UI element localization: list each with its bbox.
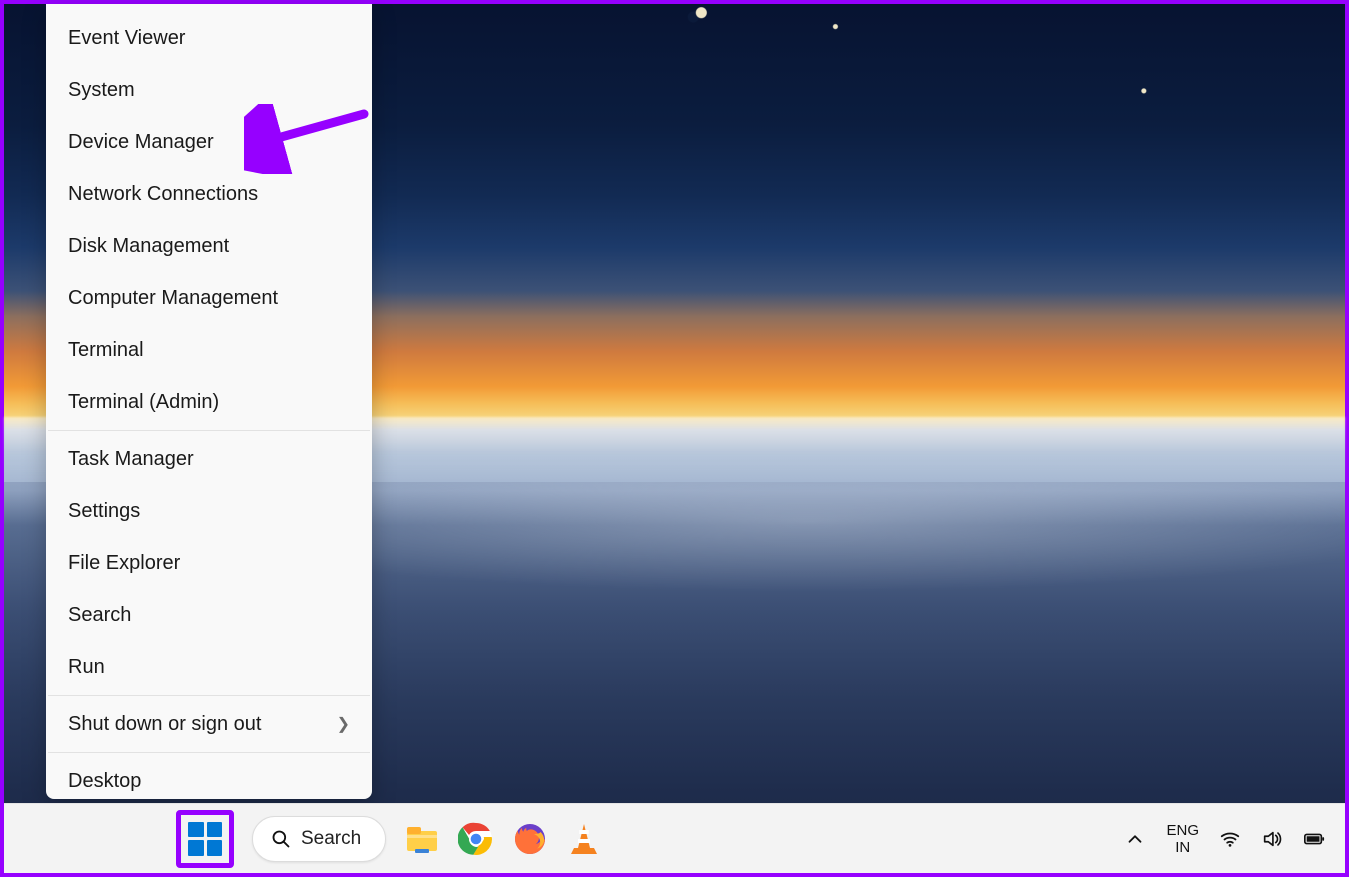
- menu-item-label: Run: [68, 656, 105, 679]
- start-button[interactable]: [176, 810, 234, 868]
- battery-icon[interactable]: [1303, 828, 1325, 850]
- taskbar: Search: [4, 803, 1345, 873]
- menu-item-terminal[interactable]: Terminal: [46, 324, 372, 376]
- tray-overflow-chevron-icon[interactable]: [1124, 828, 1146, 850]
- menu-item-search[interactable]: Search: [46, 589, 372, 641]
- menu-item-label: Device Manager: [68, 131, 214, 154]
- menu-item-system[interactable]: System: [46, 64, 372, 116]
- menu-item-terminal-admin[interactable]: Terminal (Admin): [46, 376, 372, 428]
- language-indicator[interactable]: ENG IN: [1166, 822, 1199, 856]
- taskbar-search[interactable]: Search: [252, 816, 386, 862]
- menu-separator: [48, 752, 370, 753]
- menu-item-disk-management[interactable]: Disk Management: [46, 220, 372, 272]
- menu-item-label: Shut down or sign out: [68, 713, 261, 736]
- lang-line1: ENG: [1166, 822, 1199, 839]
- taskbar-app-firefox[interactable]: [512, 821, 548, 857]
- menu-item-label: Disk Management: [68, 235, 229, 258]
- menu-item-label: Event Viewer: [68, 27, 185, 50]
- taskbar-app-file-explorer[interactable]: [404, 821, 440, 857]
- menu-item-network-connections[interactable]: Network Connections: [46, 168, 372, 220]
- menu-item-desktop[interactable]: Desktop: [46, 755, 372, 807]
- menu-item-label: Desktop: [68, 770, 141, 793]
- menu-item-label: Terminal: [68, 339, 144, 362]
- menu-item-task-manager[interactable]: Task Manager: [46, 433, 372, 485]
- menu-item-label: Terminal (Admin): [68, 391, 219, 414]
- menu-item-shutdown-signout[interactable]: Shut down or sign out ❯: [46, 698, 372, 750]
- menu-item-label: File Explorer: [68, 552, 180, 575]
- winx-context-menu: Event Viewer System Device Manager Netwo…: [46, 4, 372, 799]
- taskbar-center-group: Search: [176, 810, 602, 868]
- menu-item-label: Settings: [68, 500, 140, 523]
- menu-item-label: Computer Management: [68, 287, 278, 310]
- menu-item-label: System: [68, 79, 135, 102]
- menu-item-label: Search: [68, 604, 131, 627]
- menu-item-computer-management[interactable]: Computer Management: [46, 272, 372, 324]
- taskbar-app-chrome[interactable]: [458, 821, 494, 857]
- firefox-icon: [512, 821, 548, 857]
- vlc-cone-icon: [566, 821, 602, 857]
- file-explorer-icon: [404, 821, 440, 857]
- chevron-right-icon: ❯: [337, 714, 350, 734]
- chrome-icon: [458, 821, 494, 857]
- menu-item-label: Task Manager: [68, 448, 194, 471]
- taskbar-app-vlc[interactable]: [566, 821, 602, 857]
- volume-icon[interactable]: [1261, 828, 1283, 850]
- system-tray: ENG IN: [1124, 822, 1325, 856]
- windows-logo-icon: [188, 822, 222, 856]
- lang-line2: IN: [1166, 839, 1199, 856]
- menu-separator: [48, 430, 370, 431]
- wifi-icon[interactable]: [1219, 828, 1241, 850]
- search-label: Search: [301, 828, 361, 850]
- menu-item-settings[interactable]: Settings: [46, 485, 372, 537]
- menu-separator: [48, 695, 370, 696]
- search-icon: [271, 829, 291, 849]
- menu-item-file-explorer[interactable]: File Explorer: [46, 537, 372, 589]
- menu-item-run[interactable]: Run: [46, 641, 372, 693]
- menu-item-event-viewer[interactable]: Event Viewer: [46, 12, 372, 64]
- menu-item-label: Network Connections: [68, 183, 258, 206]
- menu-item-device-manager[interactable]: Device Manager: [46, 116, 372, 168]
- screenshot-frame: Event Viewer System Device Manager Netwo…: [0, 0, 1349, 877]
